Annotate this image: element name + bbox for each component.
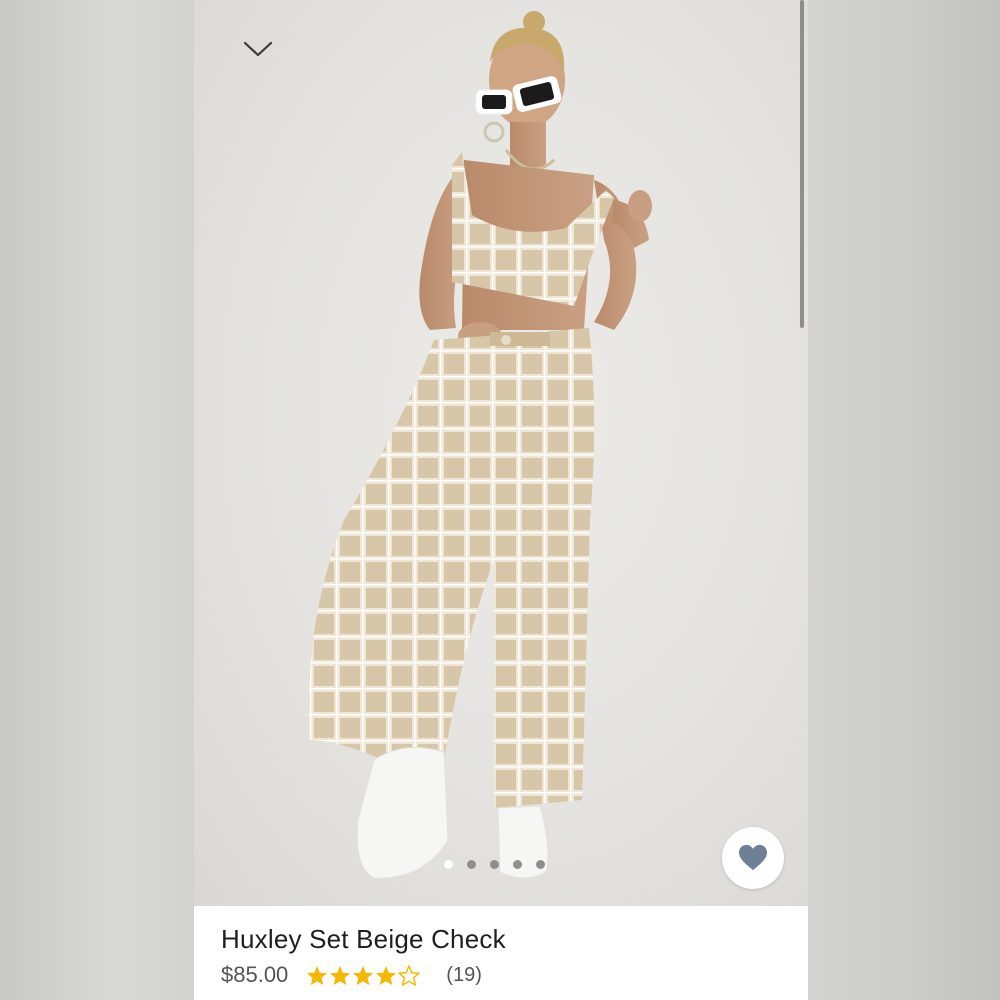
carousel-dot[interactable] xyxy=(490,860,499,869)
background-blur-right xyxy=(808,0,1000,1000)
collapse-button[interactable] xyxy=(240,36,276,62)
star-full-icon xyxy=(353,965,374,985)
star-full-icon xyxy=(376,965,397,985)
carousel-dot[interactable] xyxy=(467,860,476,869)
scrollbar[interactable] xyxy=(800,0,804,328)
carousel-dot[interactable] xyxy=(513,860,522,869)
product-price: $85.00 xyxy=(221,962,289,987)
star-outline-icon xyxy=(398,964,421,986)
rating-stars[interactable] xyxy=(306,964,421,986)
product-info: Huxley Set Beige Check $85.00 (19) xyxy=(194,906,808,1000)
carousel-indicator xyxy=(444,860,545,869)
product-screen: Huxley Set Beige Check $85.00 (19) xyxy=(194,0,808,1000)
heart-icon xyxy=(739,844,767,871)
carousel-dot[interactable] xyxy=(444,860,453,869)
star-full-icon xyxy=(330,965,351,985)
background-blur-left xyxy=(0,0,194,1000)
rating-count[interactable]: (19) xyxy=(446,964,482,987)
star-full-icon xyxy=(307,965,328,985)
product-image[interactable] xyxy=(194,0,808,906)
chevron-down-icon xyxy=(243,41,273,57)
price-rating-row: $85.00 (19) xyxy=(221,962,482,988)
product-title[interactable]: Huxley Set Beige Check xyxy=(221,924,506,955)
carousel-dot[interactable] xyxy=(536,860,545,869)
model-photo-illustration xyxy=(308,11,652,879)
favorite-button[interactable] xyxy=(722,827,784,889)
